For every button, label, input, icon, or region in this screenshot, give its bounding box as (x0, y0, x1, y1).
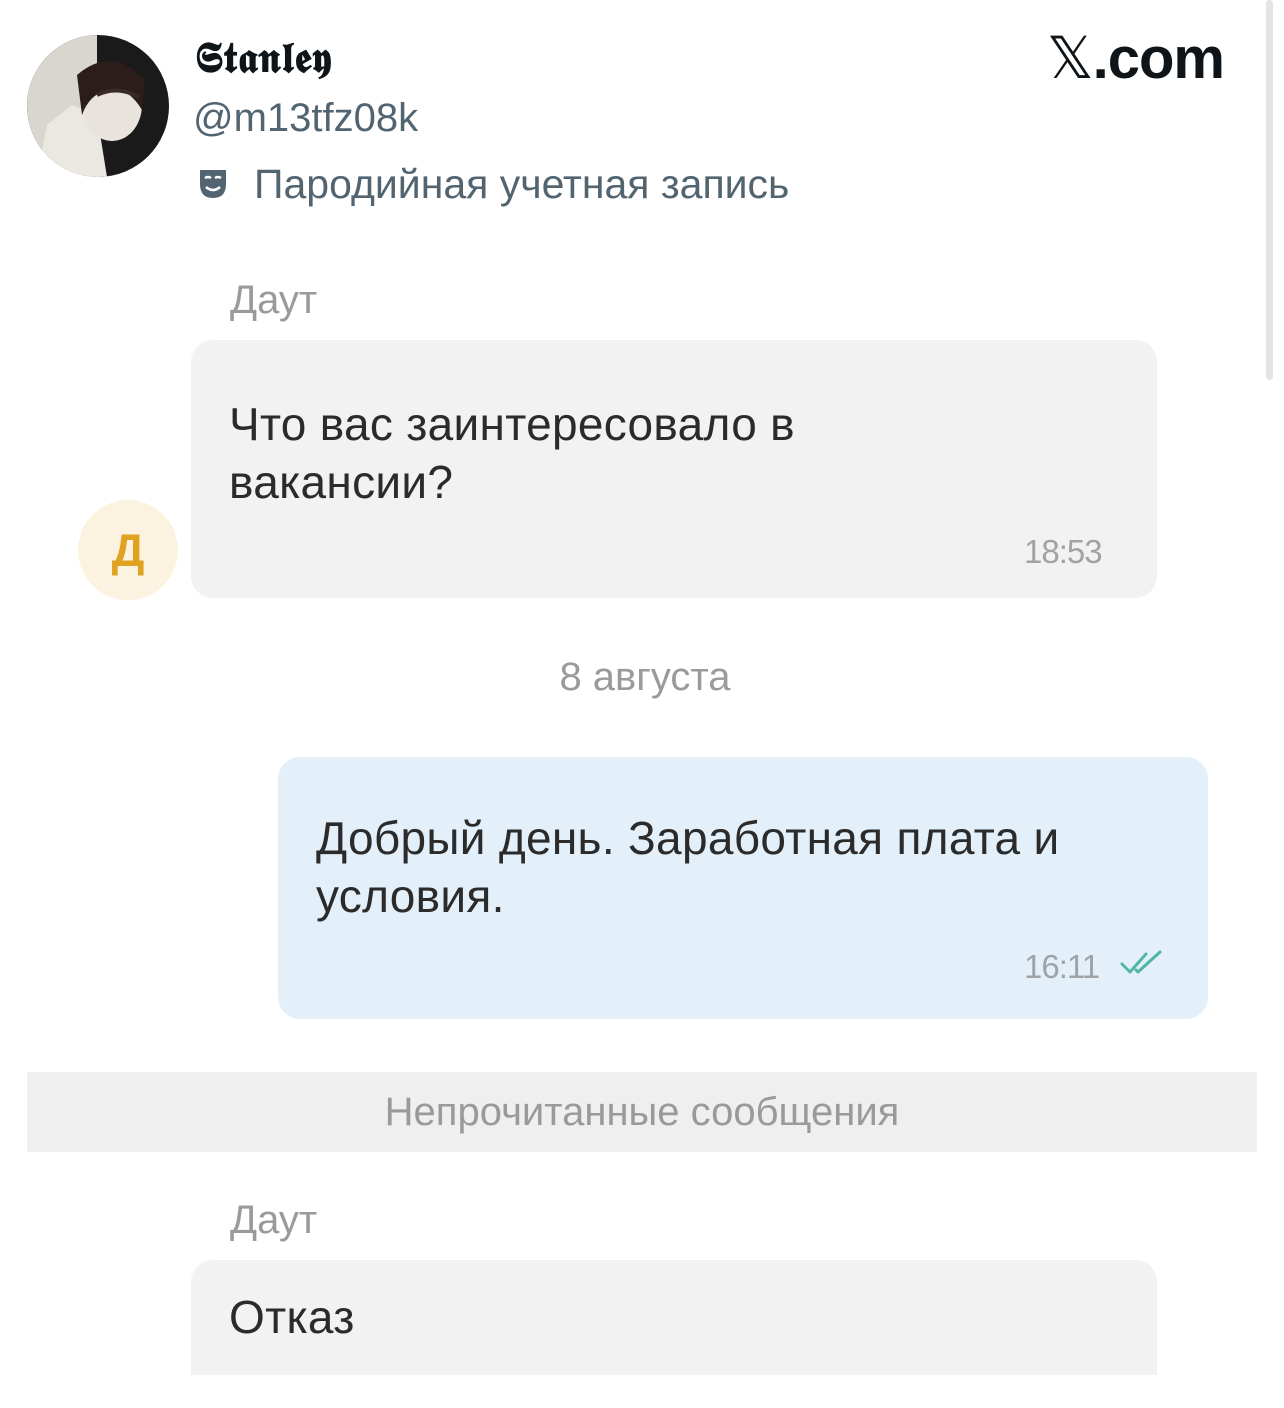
message-sender-name: Даут (230, 1198, 318, 1242)
date-separator: 8 августа (559, 655, 731, 699)
contact-initial: Д (111, 524, 145, 576)
contact-avatar[interactable]: Д (78, 500, 178, 600)
double-check-icon (1120, 950, 1162, 974)
message-text-line: условия. (316, 870, 505, 922)
outgoing-message-bubble[interactable]: Добрый день. Заработная плата и условия.… (278, 757, 1208, 1019)
message-text-line: Что вас заинтересовало в (229, 398, 795, 450)
message-sender-name: Даут (230, 278, 318, 322)
unread-label: Непрочитанные сообщения (384, 1090, 900, 1134)
theater-mask-icon (200, 170, 226, 198)
message-time: 16:11 (1024, 948, 1100, 985)
display-name[interactable]: 𝕾𝖙𝖆𝖓𝖑𝖊𝖞 (195, 30, 333, 86)
x-com-logo: 𝕏.com (1046, 24, 1225, 92)
parody-account-label: Пародийная учетная запись (198, 158, 789, 210)
incoming-message-bubble[interactable]: Что вас заинтересовало в вакансии? 18:53 (191, 340, 1157, 598)
unread-messages-divider: Непрочитанные сообщения (27, 1072, 1257, 1152)
incoming-message-bubble[interactable]: Отказ (191, 1260, 1157, 1375)
parody-label-text: Пародийная учетная запись (254, 161, 790, 207)
message-time: 18:53 (1024, 533, 1103, 570)
message-text-line: Отказ (229, 1291, 355, 1343)
message-text-line: вакансии? (229, 456, 454, 508)
user-handle[interactable]: @m13tfz08k (193, 94, 418, 142)
avatar[interactable] (27, 35, 169, 177)
message-text-line: Добрый день. Заработная плата и (316, 812, 1060, 864)
scrollbar[interactable] (1266, 0, 1273, 380)
